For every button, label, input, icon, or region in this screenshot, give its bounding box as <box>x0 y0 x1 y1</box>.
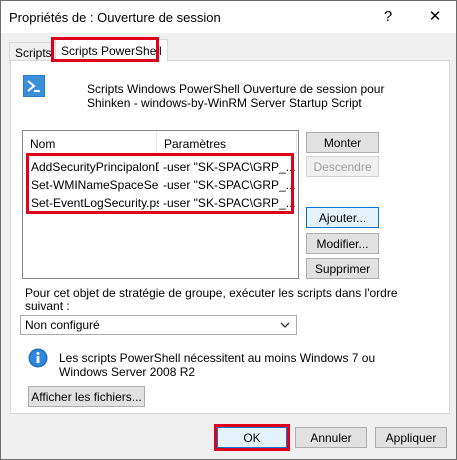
row-name: Set-WMINameSpaceSe... <box>31 178 159 192</box>
ok-button[interactable]: OK <box>217 427 287 448</box>
title-bar: Propriétés de : Ouverture de session ? ✕ <box>1 1 456 33</box>
chevron-down-icon <box>280 322 290 328</box>
ajouter-button[interactable]: Ajouter... <box>306 207 379 228</box>
order-label-line1: Pour cet objet de stratégie de groupe, e… <box>25 286 398 300</box>
row-params: -user "SK-SPAC\GRP_... <box>163 196 296 210</box>
row-params: -user "SK-SPAC\GRP_... <box>163 178 296 192</box>
row-name: Set-EventLogSecurity.ps1 <box>31 196 159 210</box>
row-params: -user "SK-SPAC\GRP_... <box>163 160 296 174</box>
column-header-nom[interactable]: Nom <box>23 131 157 155</box>
info-icon <box>28 348 48 368</box>
monter-button[interactable]: Monter <box>306 132 379 153</box>
help-icon[interactable]: ? <box>377 7 399 27</box>
cancel-button[interactable]: Annuler <box>295 427 367 448</box>
close-icon[interactable]: ✕ <box>424 7 446 27</box>
column-header-parametres[interactable]: Paramètres <box>157 131 297 155</box>
properties-dialog: Propriétés de : Ouverture de session ? ✕… <box>0 0 457 460</box>
row-name: AddSecurityPrincipalonD... <box>31 160 159 174</box>
header-line2: Shinken - windows-by-WinRM Server Startu… <box>87 96 362 110</box>
order-select[interactable]: Non configuré <box>20 315 297 335</box>
info-line1: Les scripts PowerShell nécessitent au mo… <box>59 351 376 365</box>
descendre-button[interactable]: Descendre <box>306 156 379 177</box>
modifier-button[interactable]: Modifier... <box>306 233 379 254</box>
info-line2: Windows Server 2008 R2 <box>59 365 196 379</box>
supprimer-button[interactable]: Supprimer <box>306 258 379 279</box>
scripts-list[interactable]: Nom Paramètres AddSecurityPrincipalonD..… <box>22 130 299 279</box>
window-title: Propriétés de : Ouverture de session <box>9 10 221 25</box>
order-label-line2: suivant : <box>25 299 70 313</box>
powershell-icon <box>23 75 45 97</box>
tab-powershell-scripts[interactable]: Scripts PowerShell <box>55 39 168 62</box>
header-line1: Scripts Windows PowerShell Ouverture de … <box>87 82 385 96</box>
order-select-value: Non configuré <box>25 318 100 332</box>
apply-button[interactable]: Appliquer <box>375 427 447 448</box>
show-files-button[interactable]: Afficher les fichiers... <box>28 386 145 407</box>
